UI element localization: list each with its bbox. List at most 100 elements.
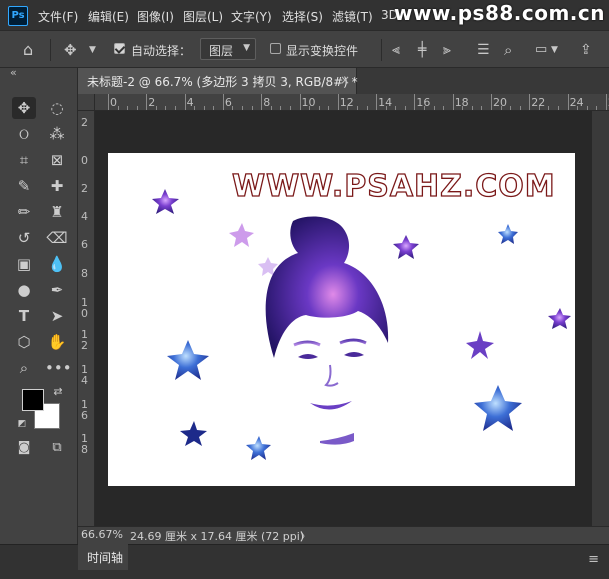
shape-tool-icon[interactable]: ⬡ (12, 331, 36, 353)
blur-tool-icon[interactable]: 💧 (45, 253, 69, 275)
show-transform-checkbox[interactable] (270, 43, 281, 54)
brush-tool-icon[interactable]: ✏ (12, 201, 36, 223)
vertical-ruler: 2 0 2 4 6 8 10 12 14 16 18 (78, 111, 95, 526)
ruler-tick-mark (376, 94, 378, 110)
pen-tool-icon[interactable]: ✒ (45, 279, 69, 301)
distribute-icon[interactable]: ☰ (477, 31, 490, 69)
magic-wand-icon[interactable]: ⁂ (45, 123, 69, 145)
auto-select-checkbox[interactable] (114, 43, 125, 54)
galaxy-star-shape (229, 223, 254, 247)
type-tool-icon[interactable]: T (12, 305, 36, 327)
quick-mask-icon[interactable]: ◙ (12, 437, 36, 459)
zoom-tool-icon[interactable]: ⌕ (12, 357, 36, 379)
move-tool-icon[interactable]: ✥ (64, 31, 77, 69)
collapse-panel-icon[interactable]: « (10, 66, 17, 79)
ruler-tick-mark (356, 106, 358, 110)
ruler-origin[interactable] (78, 94, 95, 111)
healing-brush-icon[interactable]: ✚ (45, 175, 69, 197)
menu-edit[interactable]: 编辑(E) (88, 8, 129, 25)
panel-menu-icon[interactable]: ≡ (588, 552, 599, 567)
portrait-face (282, 318, 375, 428)
more-tools-icon[interactable]: ••• (45, 357, 72, 379)
screen-mode-icon[interactable]: ⧉ (45, 437, 69, 459)
menu-filter[interactable]: 滤镜(T) (332, 8, 373, 25)
document-tab-title: 未标题-2 @ 66.7% (多边形 3 拷贝 3, RGB/8#) * (87, 75, 358, 89)
move-tool-icon[interactable]: ✥ (12, 97, 36, 119)
close-icon[interactable]: × (340, 73, 350, 87)
ruler-tick-mark (452, 94, 454, 110)
ruler-tick-mark (155, 106, 157, 110)
zoom-level[interactable]: 66.67% (81, 528, 123, 541)
ruler-tick-mark (184, 94, 186, 110)
galaxy-star-shape (167, 340, 209, 380)
crop-tool-icon[interactable]: ⌗ (12, 149, 36, 171)
ruler-tick-mark (567, 94, 569, 110)
vertical-scrollbar[interactable] (592, 111, 609, 526)
ruler-tick-mark (203, 106, 205, 110)
menu-layer[interactable]: 图层(L) (183, 8, 223, 25)
ruler-tick-label: 6 (81, 238, 88, 251)
menu-bar: Ps 文件(F) 编辑(E) 图像(I) 图层(L) 文字(Y) 选择(S) 滤… (0, 0, 609, 30)
menu-select[interactable]: 选择(S) (282, 8, 323, 25)
layer-select-value: 图层 (209, 44, 234, 58)
ruler-tick-mark (491, 94, 492, 110)
ruler-tick-mark (146, 94, 148, 110)
history-brush-icon[interactable]: ↺ (12, 227, 36, 249)
menu-type[interactable]: 文字(Y) (231, 8, 272, 25)
ruler-tick-mark (538, 106, 540, 110)
ruler-tick-mark (529, 94, 531, 110)
hand-tool-icon[interactable]: ✋ (45, 331, 69, 353)
search-icon[interactable]: ⌕ (504, 31, 512, 69)
eyedropper-icon[interactable]: ✎ (12, 175, 36, 197)
ruler-tick-mark (481, 106, 483, 110)
chevron-down-icon: ▼ (243, 43, 250, 53)
eraser-tool-icon[interactable]: ⌫ (45, 227, 69, 249)
layer-select-dropdown[interactable]: 图层 ▼ (200, 38, 256, 60)
lasso-tool-icon[interactable]: ଠ (12, 123, 36, 145)
align-right-icon[interactable]: ⫸ (443, 31, 451, 69)
document-canvas[interactable]: WWW.PSAHZ.COM (108, 153, 575, 486)
chevron-down-icon[interactable]: ▼ (551, 31, 558, 69)
photoshop-logo: Ps (8, 6, 28, 26)
status-bar: 66.67% 24.69 厘米 x 17.64 厘米 (72 ppi) 〉 (78, 526, 609, 544)
dodge-tool-icon[interactable]: ● (12, 279, 36, 301)
ruler-tick-mark (577, 106, 579, 110)
ruler-tick-mark (558, 106, 560, 110)
ruler-tick-mark (175, 106, 177, 110)
marquee-tool-icon[interactable]: ◌ (45, 97, 69, 119)
path-select-icon[interactable]: ➤ (45, 305, 69, 327)
menu-file[interactable]: 文件(F) (38, 8, 78, 25)
menu-image[interactable]: 图像(I) (137, 8, 174, 25)
ruler-tick-label: 0 (110, 96, 117, 109)
gradient-tool-icon[interactable]: ▣ (12, 253, 36, 275)
ruler-tick-mark (194, 106, 196, 110)
frame-tool-icon[interactable]: ⊠ (45, 149, 69, 171)
document-tab[interactable]: 未标题-2 @ 66.7% (多边形 3 拷贝 3, RGB/8#) * × (78, 68, 358, 94)
home-icon[interactable]: ⌂ (23, 31, 33, 69)
share-icon[interactable]: ⇪ (580, 31, 592, 69)
swap-colors-icon[interactable]: ⇄ (46, 381, 70, 403)
ruler-tick-label: 16 (81, 398, 88, 422)
galaxy-star-shape (548, 308, 571, 329)
ruler-tick-label: 6 (224, 96, 232, 109)
chevron-down-icon[interactable]: ▼ (89, 31, 96, 69)
ruler-tick-mark (127, 106, 129, 110)
timeline-tab[interactable]: 时间轴 (78, 544, 128, 570)
galaxy-star-shape (474, 385, 522, 431)
ruler-tick-mark (423, 106, 425, 110)
ruler-tick-mark (165, 106, 167, 110)
ruler-tick-mark (519, 106, 521, 110)
galaxy-star-shape (466, 331, 494, 359)
ruler-tick-mark (222, 94, 224, 110)
stamp-tool-icon[interactable]: ♜ (45, 201, 69, 223)
workspace-icon[interactable]: ▭ (535, 31, 547, 69)
ruler-tick-mark (299, 94, 301, 110)
ruler-tick-mark (242, 106, 244, 110)
galaxy-star-shape (180, 421, 207, 446)
align-center-icon[interactable]: ╪ (418, 31, 426, 69)
separator (50, 39, 51, 61)
align-left-icon[interactable]: ⫷ (392, 31, 400, 69)
foreground-color-swatch[interactable] (22, 389, 44, 411)
status-menu-arrow[interactable]: 〉 (300, 528, 311, 544)
default-colors-icon[interactable]: ◩ (10, 413, 34, 435)
